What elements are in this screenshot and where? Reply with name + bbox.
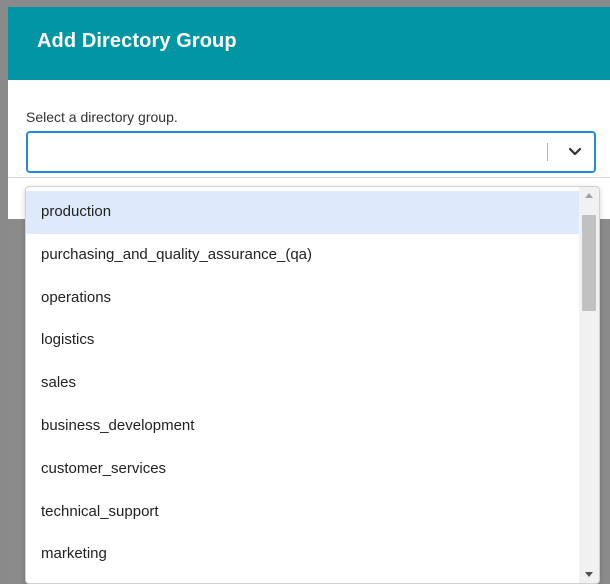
- triangle-down-icon[interactable]: [579, 565, 599, 583]
- directory-group-dropdown: production purchasing_and_quality_assura…: [25, 186, 600, 584]
- select-separator: [547, 143, 548, 161]
- option-customer-services[interactable]: customer_services: [26, 448, 579, 491]
- option-sales[interactable]: sales: [26, 362, 579, 405]
- options-list: production purchasing_and_quality_assura…: [26, 191, 579, 576]
- directory-group-label: Select a directory group.: [26, 109, 178, 125]
- scrollbar-thumb[interactable]: [582, 215, 596, 311]
- dropdown-scrollbar[interactable]: [579, 187, 599, 583]
- option-production[interactable]: production: [26, 191, 579, 234]
- chevron-down-icon[interactable]: [562, 139, 588, 165]
- option-logistics[interactable]: logistics: [26, 319, 579, 362]
- option-technical-support[interactable]: technical_support: [26, 491, 579, 534]
- triangle-up-icon[interactable]: [579, 187, 599, 205]
- dialog-header: Add Directory Group: [8, 7, 610, 80]
- option-business-development[interactable]: business_development: [26, 405, 579, 448]
- option-marketing[interactable]: marketing: [26, 533, 579, 576]
- add-directory-group-dialog: Add Directory Group Select a directory g…: [8, 7, 610, 584]
- option-operations[interactable]: operations: [26, 277, 579, 320]
- option-purchasing-and-quality-assurance[interactable]: purchasing_and_quality_assurance_(qa): [26, 234, 579, 277]
- dialog-title: Add Directory Group: [37, 30, 237, 52]
- directory-group-select[interactable]: [26, 131, 596, 173]
